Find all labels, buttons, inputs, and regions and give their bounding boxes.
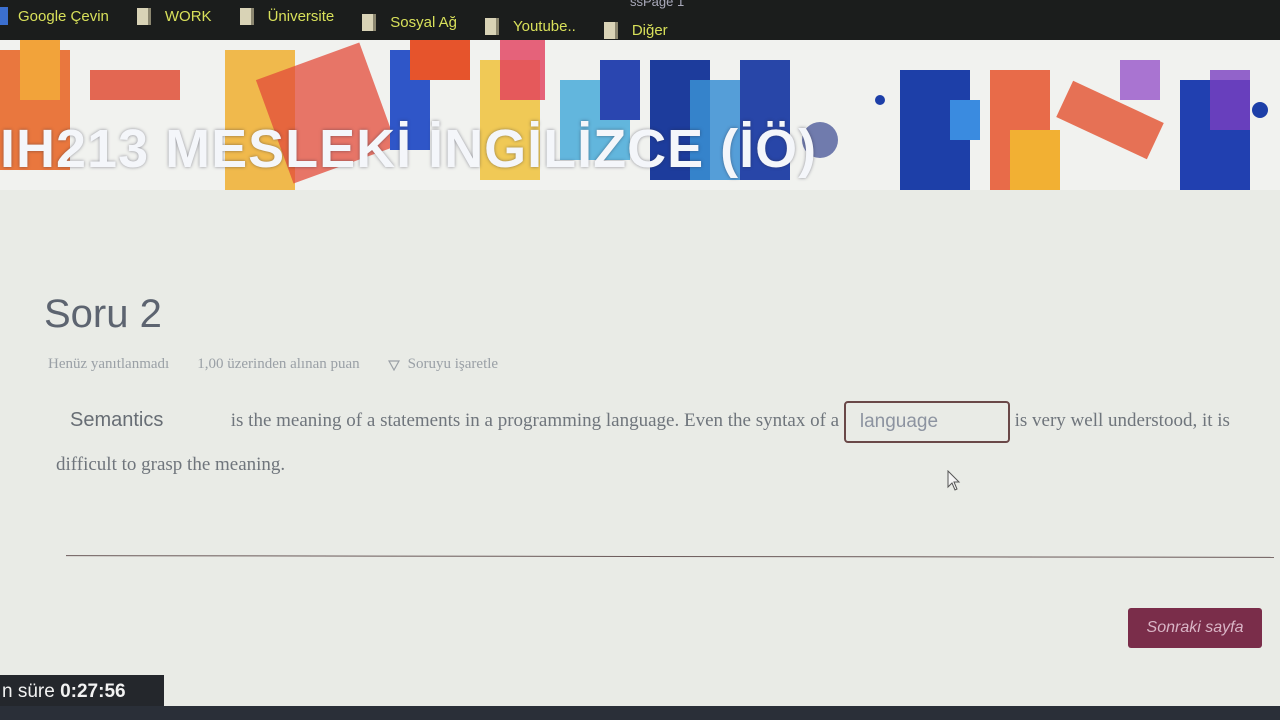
question-points: 1,00 üzerinden alınan puan bbox=[197, 356, 360, 372]
folder-icon bbox=[484, 17, 499, 35]
question-text: Semantics is the meaning of a statements… bbox=[56, 398, 1256, 487]
course-banner: IH213 MESLEKİ İNGİLİZCE (İÖ) bbox=[0, 40, 1280, 190]
bookmark-youtube[interactable]: Youtube.. bbox=[484, 14, 576, 38]
course-title: IH213 MESLEKİ İNGİLİZCE (İÖ) bbox=[0, 119, 818, 179]
mouse-cursor-icon bbox=[947, 470, 961, 491]
bookmark-diger[interactable]: Diğer bbox=[603, 18, 668, 42]
folder-icon bbox=[239, 7, 254, 25]
bookmark-sosyal-ag[interactable]: Sosyal Ağ bbox=[362, 10, 457, 34]
bookmark-label: Sosyal Ağ bbox=[390, 13, 457, 31]
bookmark-google-translate[interactable]: Google Çevin bbox=[0, 4, 109, 28]
question-info: Henüz yanıtlanmadı 1,00 üzerinden alınan… bbox=[48, 356, 554, 373]
bottom-bar bbox=[0, 706, 1280, 720]
bookmark-label: Google Çevin bbox=[18, 7, 109, 25]
answer-select[interactable]: Semantics bbox=[56, 398, 226, 442]
folder-icon bbox=[136, 7, 151, 25]
timer-label: n süre bbox=[2, 681, 55, 702]
bookmark-label: Üniversite bbox=[267, 7, 335, 25]
folder-icon bbox=[603, 21, 618, 39]
tab-title: ssPage 1 bbox=[630, 0, 685, 9]
question-title: Soru 2 bbox=[44, 292, 162, 336]
bookmark-universite[interactable]: Üniversite bbox=[239, 4, 335, 28]
question-text-part1: is the meaning of a statements in a prog… bbox=[230, 410, 840, 431]
google-translate-icon bbox=[0, 7, 8, 25]
bookmark-work[interactable]: WORK bbox=[136, 4, 212, 28]
question-status: Henüz yanıtlanmadı bbox=[48, 356, 170, 372]
next-page-button[interactable]: Sonraki sayfa bbox=[1128, 608, 1262, 648]
divider bbox=[65, 555, 1275, 558]
quiz-timer: n süre 0:27:56 bbox=[0, 675, 164, 708]
flag-question-link[interactable]: Soruyu işaretle bbox=[387, 356, 526, 373]
folder-icon bbox=[362, 13, 377, 31]
timer-value: 0:27:56 bbox=[60, 681, 126, 702]
flag-icon bbox=[387, 359, 400, 371]
bookmark-label: Diğer bbox=[631, 21, 668, 39]
bookmark-label: WORK bbox=[164, 7, 212, 25]
answer-input[interactable]: language bbox=[843, 400, 1010, 443]
flag-label: Soruyu işaretle bbox=[407, 356, 499, 372]
bookmark-label: Youtube.. bbox=[512, 17, 576, 35]
